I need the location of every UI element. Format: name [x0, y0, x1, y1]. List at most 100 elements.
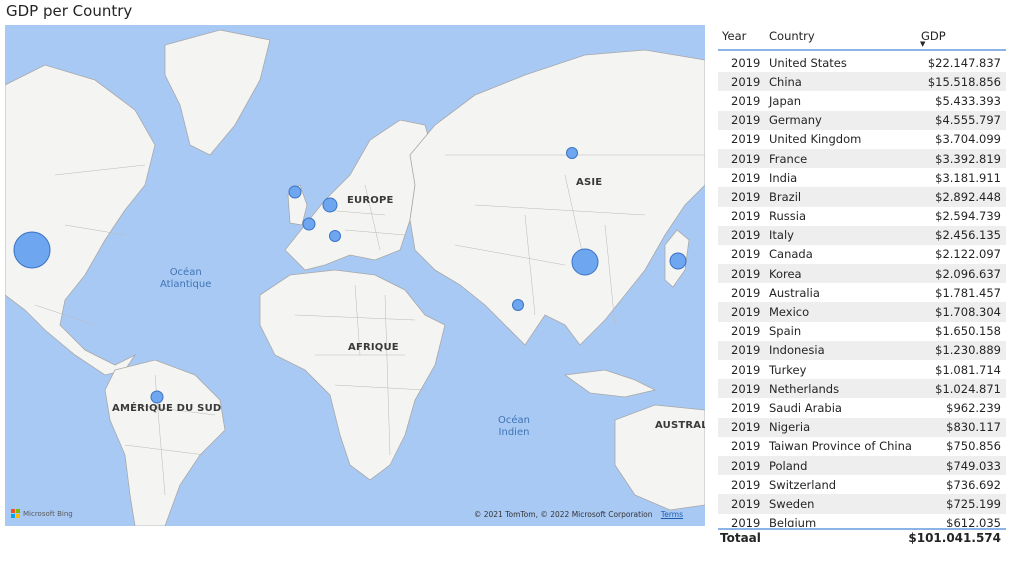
table-row[interactable]: 2019 Germany $4.555.797: [718, 110, 1006, 130]
cell-year: 2019: [731, 113, 761, 128]
continent-label-europe: EUROPE: [347, 195, 394, 206]
table-row[interactable]: 2019 Belgium $612.035: [718, 514, 1006, 527]
cell-year: 2019: [731, 266, 761, 281]
column-header-year[interactable]: Year: [722, 29, 746, 43]
table-row[interactable]: 2019 Spain $1.650.158: [718, 322, 1006, 341]
table-header: Year Country GDP ▼: [718, 25, 1006, 51]
cell-year: 2019: [731, 516, 761, 527]
terms-link[interactable]: Terms: [661, 510, 683, 519]
ocean-label-indian-line1: Océan: [498, 415, 530, 426]
cell-country: Nigeria: [769, 420, 811, 435]
table-row[interactable]: 2019 United States $22.147.837: [718, 53, 1006, 72]
cell-country: Mexico: [769, 305, 810, 320]
land-asia: [409, 49, 705, 346]
cell-country: Poland: [769, 458, 808, 473]
map-copyright: © 2021 TomTom, © 2022 Microsoft Corporat…: [474, 510, 683, 519]
cell-gdp: $3.181.911: [935, 170, 1001, 185]
cell-country: Russia: [769, 209, 806, 224]
cell-gdp: $2.096.637: [935, 266, 1001, 281]
cell-year: 2019: [731, 55, 761, 70]
cell-country: Netherlands: [769, 381, 840, 396]
table-row[interactable]: 2019 Mexico $1.708.304: [718, 302, 1006, 322]
cell-gdp: $22.147.837: [927, 55, 1001, 70]
continent-label-south-america: AMÉRIQUE DU SUD: [112, 403, 222, 414]
cell-country: Korea: [769, 266, 802, 281]
cell-country: Switzerland: [769, 477, 837, 492]
cell-year: 2019: [731, 420, 761, 435]
land-indonesia: [563, 369, 657, 398]
cell-country: Turkey: [769, 362, 807, 377]
land-japan: [664, 229, 690, 288]
cell-country: Sweden: [769, 496, 815, 511]
table-row[interactable]: 2019 Taiwan Province of China $750.856: [718, 437, 1006, 456]
cell-gdp: $15.518.856: [927, 74, 1001, 89]
cell-year: 2019: [731, 209, 761, 224]
map-visual[interactable]: EUROPE ASIE AFRIQUE AMÉRIQUE DU SUD AUST…: [5, 25, 705, 526]
map-canvas[interactable]: [5, 25, 705, 526]
cell-country: France: [769, 151, 808, 166]
cell-year: 2019: [731, 132, 761, 147]
cell-year: 2019: [731, 93, 761, 108]
cell-year: 2019: [731, 170, 761, 185]
cell-year: 2019: [731, 324, 761, 339]
cell-gdp: $3.392.819: [935, 151, 1001, 166]
table-row[interactable]: 2019 Korea $2.096.637: [718, 264, 1006, 284]
cell-gdp: $5.433.393: [935, 93, 1001, 108]
table-row[interactable]: 2019 Russia $2.594.739: [718, 207, 1006, 226]
cell-gdp: $1.230.889: [935, 343, 1001, 358]
cell-year: 2019: [731, 381, 761, 396]
cell-year: 2019: [731, 151, 761, 166]
sort-descending-icon[interactable]: ▼: [920, 40, 925, 48]
table-row[interactable]: 2019 Nigeria $830.117: [718, 417, 1006, 437]
cell-year: 2019: [731, 247, 761, 262]
cell-year: 2019: [731, 477, 761, 492]
ocean-label-atlantic: Océan Atlantique: [160, 267, 211, 291]
cell-gdp: $1.081.714: [935, 362, 1001, 377]
table-row[interactable]: 2019 Sweden $725.199: [718, 494, 1006, 514]
table-row[interactable]: 2019 Saudi Arabia $962.239: [718, 398, 1006, 417]
gdp-table[interactable]: Year Country GDP ▼ 2019 United States $22.…: [718, 25, 1006, 547]
cell-country: United Kingdom: [769, 132, 862, 147]
cell-country: Italy: [769, 228, 794, 243]
cell-country: Canada: [769, 247, 813, 262]
bing-attribution: Microsoft Bing: [11, 509, 73, 518]
cell-country: Brazil: [769, 189, 802, 204]
ocean-label-atlantic-line1: Océan: [169, 267, 202, 278]
table-row[interactable]: 2019 United Kingdom $3.704.099: [718, 130, 1006, 149]
table-row[interactable]: 2019 India $3.181.911: [718, 168, 1006, 187]
table-row[interactable]: 2019 Indonesia $1.230.889: [718, 340, 1006, 360]
land-south-america: [104, 359, 226, 526]
cell-year: 2019: [731, 362, 761, 377]
cell-year: 2019: [731, 343, 761, 358]
cell-country: Saudi Arabia: [769, 400, 842, 415]
cell-country: Taiwan Province of China: [769, 439, 912, 454]
land-north-america: [5, 64, 156, 376]
table-row[interactable]: 2019 Turkey $1.081.714: [718, 360, 1006, 379]
table-row[interactable]: 2019 Japan $5.433.393: [718, 91, 1006, 110]
table-row[interactable]: 2019 Poland $749.033: [718, 455, 1006, 476]
cell-country: Belgium: [769, 516, 817, 527]
land-greenland: [164, 29, 271, 156]
cell-gdp: $830.117: [946, 420, 1001, 435]
cell-country: Indonesia: [769, 343, 825, 358]
table-row[interactable]: 2019 Switzerland $736.692: [718, 475, 1006, 494]
table-row[interactable]: 2019 Canada $2.122.097: [718, 245, 1006, 264]
land-masses: [5, 29, 705, 526]
table-row[interactable]: 2019 Australia $1.781.457: [718, 283, 1006, 302]
column-header-country[interactable]: Country: [769, 29, 815, 43]
total-value: $101.041.574: [908, 531, 1001, 545]
table-row[interactable]: 2019 Brazil $2.892.448: [718, 187, 1006, 207]
table-body[interactable]: 2019 United States $22.147.837 2019 China $15…: [718, 53, 1006, 527]
cell-gdp: $3.704.099: [935, 132, 1001, 147]
cell-gdp: $736.692: [946, 477, 1001, 492]
table-row[interactable]: 2019 Netherlands $1.024.871: [718, 379, 1006, 399]
continent-label-asia: ASIE: [576, 177, 603, 188]
ocean-label-indian-line2: Indien: [498, 427, 530, 438]
table-row[interactable]: 2019 China $15.518.856: [718, 72, 1006, 92]
table-row[interactable]: 2019 Italy $2.456.135: [718, 225, 1006, 245]
total-label: Totaal: [720, 531, 761, 545]
continent-label-australia: AUSTRAL: [655, 420, 705, 431]
visual-title: GDP per Country: [6, 2, 133, 20]
ocean-label-indian: Océan Indien: [498, 415, 530, 439]
table-row[interactable]: 2019 France $3.392.819: [718, 148, 1006, 169]
